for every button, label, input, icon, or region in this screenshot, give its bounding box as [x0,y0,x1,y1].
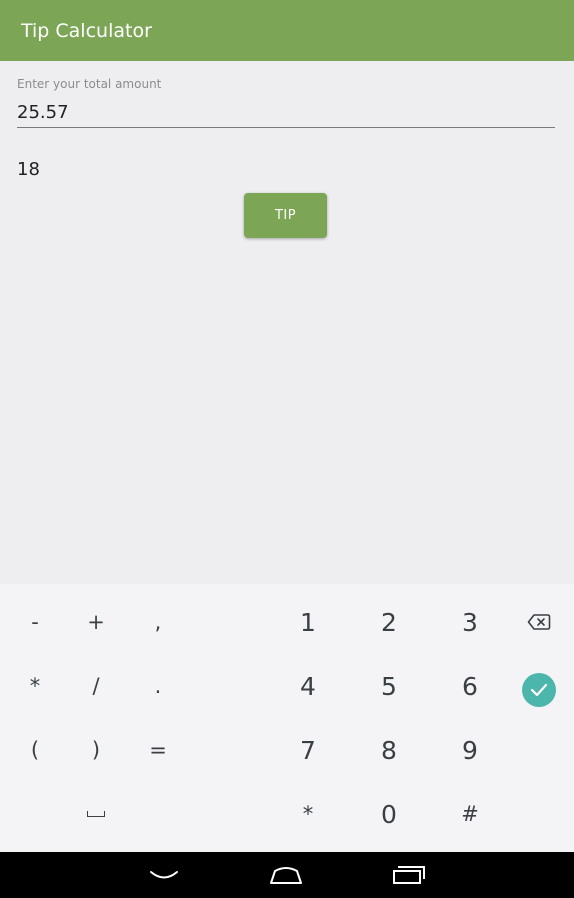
key-2[interactable]: 2 [358,590,420,654]
done-button-circle [522,673,556,707]
key-minus[interactable]: - [4,590,66,654]
home-icon[interactable] [256,852,316,898]
key-open-paren[interactable]: ( [4,718,66,782]
key-3[interactable]: 3 [439,590,501,654]
key-0[interactable]: 0 [358,782,420,846]
key-5[interactable]: 5 [358,654,420,718]
backspace-icon[interactable] [508,590,570,654]
key-6[interactable]: 6 [439,654,501,718]
amount-input[interactable] [17,97,555,128]
key-plus[interactable]: + [65,590,127,654]
key-7[interactable]: 7 [277,718,339,782]
key-close-paren[interactable]: ) [65,718,127,782]
main-content: Enter your total amount 18 TIP [0,61,574,584]
key-hash[interactable]: # [439,782,501,846]
key-star[interactable]: * [277,782,339,846]
key-slash[interactable]: / [65,654,127,718]
recent-apps-icon[interactable] [379,852,439,898]
key-9[interactable]: 9 [439,718,501,782]
amount-hint-label: Enter your total amount [17,77,162,91]
space-icon[interactable] [65,782,127,846]
done-icon[interactable] [508,658,570,722]
tip-button[interactable]: TIP [244,193,327,238]
app-bar: Tip Calculator [0,0,574,61]
tip-percent-value: 18 [17,159,40,180]
key-period[interactable]: . [127,654,189,718]
system-nav-bar [0,852,574,898]
key-equals[interactable]: = [127,718,189,782]
key-4[interactable]: 4 [277,654,339,718]
numeric-keyboard: - + , 1 2 3 * / . 4 5 6 ( ) = 7 8 9 * 0 … [0,584,574,852]
key-1[interactable]: 1 [277,590,339,654]
space-glyph [87,811,105,817]
back-icon[interactable] [134,852,194,898]
key-comma[interactable]: , [127,590,189,654]
key-asterisk[interactable]: * [4,654,66,718]
key-8[interactable]: 8 [358,718,420,782]
app-title: Tip Calculator [21,20,152,42]
